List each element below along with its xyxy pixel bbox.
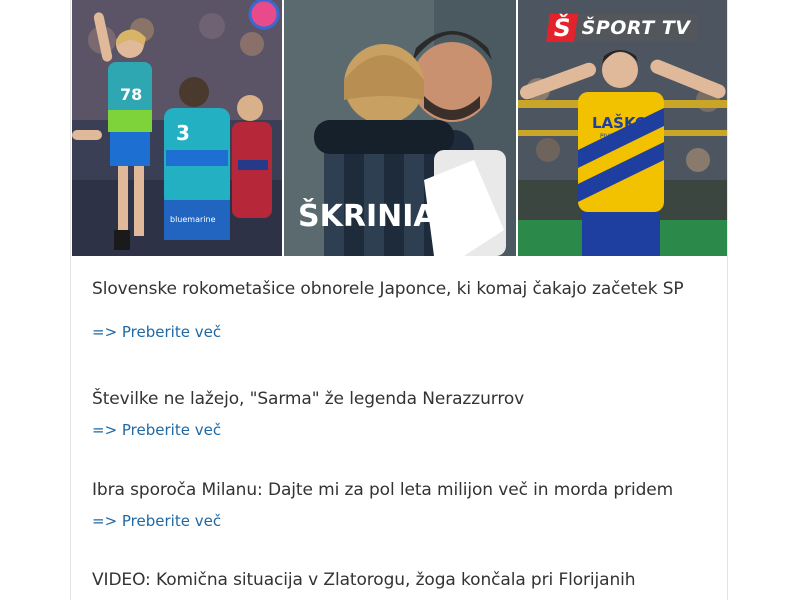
read-more-link[interactable]: => Preberite več xyxy=(92,421,712,439)
sport-tv-logo: Š ŠPORT TV xyxy=(545,14,699,42)
news-card: 78 3 bluemarine ŠKRINIAR LAŠKO PIVOVARNA… xyxy=(70,0,728,600)
logo-mark: Š xyxy=(545,14,578,42)
svg-text:3: 3 xyxy=(176,121,190,145)
handball-players-photo[interactable]: 78 3 bluemarine xyxy=(72,0,283,256)
svg-text:78: 78 xyxy=(120,85,142,104)
read-more-link[interactable]: => Preberite več xyxy=(92,512,712,530)
handball-player-celebration-photo[interactable]: LAŠKO PIVOVARNA Š ŠPORT TV xyxy=(515,0,727,256)
article-item: VIDEO: Komična situacija v Zlatorogu, žo… xyxy=(92,571,712,589)
logo-text: ŠPORT TV xyxy=(581,17,691,39)
article-title[interactable]: Ibra sporoča Milanu: Dajte mi za pol let… xyxy=(92,481,712,499)
article-item: Ibra sporoča Milanu: Dajte mi za pol let… xyxy=(92,481,712,530)
article-title[interactable]: Številke ne lažejo, "Sarma" že legenda N… xyxy=(92,390,712,408)
article-title[interactable]: VIDEO: Komična situacija v Zlatorogu, žo… xyxy=(92,571,712,589)
article-title[interactable]: Slovenske rokometašice obnorele Japonce,… xyxy=(92,280,712,298)
svg-text:bluemarine: bluemarine xyxy=(170,215,216,224)
jersey-text: ŠKRINIAR xyxy=(298,197,460,234)
article-item: Slovenske rokometašice obnorele Japonce,… xyxy=(92,280,712,341)
jersey-text: LAŠKO xyxy=(592,113,648,132)
read-more-link[interactable]: => Preberite več xyxy=(92,323,712,341)
football-players-hug-photo[interactable]: ŠKRINIAR xyxy=(282,0,516,256)
image-strip: 78 3 bluemarine ŠKRINIAR LAŠKO PIVOVARNA… xyxy=(72,0,727,256)
article-item: Številke ne lažejo, "Sarma" že legenda N… xyxy=(92,390,712,439)
jersey-subtext: PIVOVARNA xyxy=(600,133,635,140)
